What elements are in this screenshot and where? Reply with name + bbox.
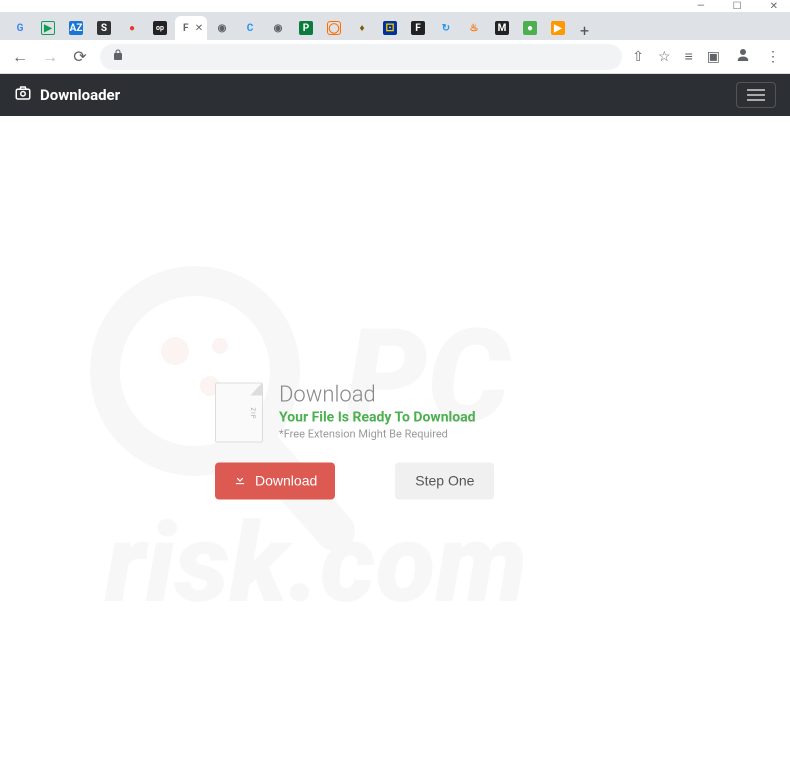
tab-favicon: ● [125,21,139,35]
browser-tab[interactable]: M [489,16,515,40]
svg-text:risk.com: risk.com [104,499,527,628]
tab-close-icon[interactable]: ✕ [195,23,203,34]
browser-tab[interactable]: ▶ [35,16,61,40]
download-note: *Free Extension Might Be Required [279,427,575,440]
hamburger-menu[interactable] [736,82,776,108]
browser-tab[interactable]: G [7,16,33,40]
url-box[interactable] [100,44,622,70]
tab-favicon: ⚀ [383,21,397,35]
share-icon[interactable]: ⇧ [632,49,644,65]
download-icon [233,472,247,489]
browser-tab[interactable]: F [405,16,431,40]
forward-button[interactable]: → [40,47,60,67]
window-controls: — ☐ ✕ [0,0,790,12]
camera-icon [14,84,32,106]
download-button-label: Download [255,473,317,489]
tab-favicon: ▶ [41,21,55,35]
browser-tab[interactable]: ● [517,16,543,40]
browser-tab[interactable]: P [293,16,319,40]
browser-tab[interactable]: ↻ [433,16,459,40]
tab-favicon: F [179,21,193,35]
tab-favicon: ◉ [215,21,229,35]
tab-favicon: op [153,21,167,35]
browser-tab[interactable]: S [91,16,117,40]
tab-favicon: P [299,21,313,35]
close-window-button[interactable]: ✕ [770,1,778,12]
tab-favicon: ◉ [271,21,285,35]
tab-favicon: G [13,21,27,35]
lock-icon [112,49,124,64]
step-one-button[interactable]: Step One [395,462,494,499]
tab-bar: G▶AZS●opF✕◉C◉P◯♦⚀F↻♨M●▶+ [0,12,790,40]
browser-tab[interactable]: ◯ [321,16,347,40]
app-brand: Downloader [14,84,120,106]
download-title: Download [279,382,575,407]
browser-tab[interactable]: ▶ [545,16,571,40]
minimize-button[interactable]: — [697,1,705,12]
tab-favicon: C [243,21,257,35]
address-bar: ← → ⟳ ⇧ ☆ ≡ ▣ ⋮ [0,40,790,74]
browser-tab[interactable]: ⚀ [377,16,403,40]
browser-tab[interactable]: ♨ [461,16,487,40]
download-ready-text: Your File Is Ready To Download [279,409,575,425]
browser-tab[interactable]: ◉ [265,16,291,40]
page-content: PC risk.com ZIP Download Your File Is Re… [0,116,790,765]
tab-favicon: ◯ [327,21,341,35]
reading-list-icon[interactable]: ≡ [685,48,693,65]
browser-tab[interactable]: F✕ [175,16,207,40]
file-zip-icon: ZIP [215,382,263,442]
browser-tab[interactable]: C [237,16,263,40]
browser-tab[interactable]: ♦ [349,16,375,40]
tab-favicon: ● [523,21,537,35]
star-icon[interactable]: ☆ [658,49,671,65]
tab-favicon: ♦ [355,21,369,35]
tab-favicon: ▶ [551,21,565,35]
address-right-icons: ⇧ ☆ ≡ ▣ ⋮ [632,46,780,68]
app-header: Downloader [0,74,790,116]
download-card: ZIP Download Your File Is Ready To Downl… [215,382,575,499]
browser-tab[interactable]: op [147,16,173,40]
reload-button[interactable]: ⟳ [70,47,90,66]
new-tab-button[interactable]: + [572,21,597,40]
tab-favicon: ↻ [439,21,453,35]
tab-favicon: F [411,21,425,35]
brand-text: Downloader [40,86,120,104]
tab-favicon: AZ [69,21,83,35]
browser-tab[interactable]: ● [119,16,145,40]
maximize-button[interactable]: ☐ [733,1,742,12]
profile-icon[interactable] [734,46,752,68]
back-button[interactable]: ← [10,47,30,67]
tab-favicon: M [495,21,509,35]
browser-tab[interactable]: ◉ [209,16,235,40]
download-button[interactable]: Download [215,462,335,499]
extensions-icon[interactable]: ▣ [707,49,720,65]
menu-icon[interactable]: ⋮ [766,49,780,65]
browser-tab[interactable]: AZ [63,16,89,40]
tab-favicon: S [97,21,111,35]
tab-favicon: ♨ [467,21,481,35]
